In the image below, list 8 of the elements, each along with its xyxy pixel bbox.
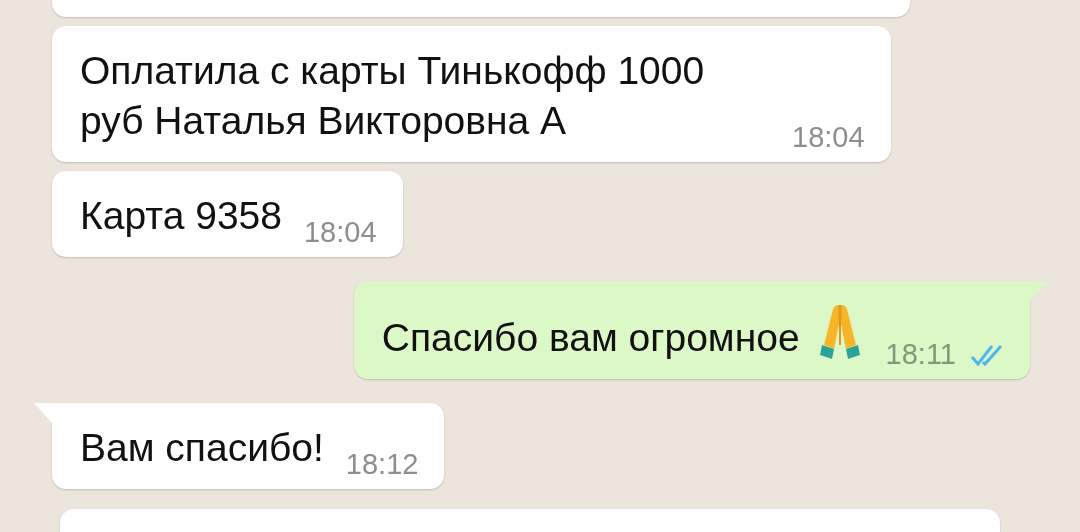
message-text: Вам спасибо! [80,425,324,471]
message-time: 18:11 [885,338,956,371]
message-time: 18:12 [345,448,419,481]
message-text: Карта 9358 [80,193,282,239]
message-text: Спасибо вам огромное [381,315,800,361]
message-time: 18:04 [792,121,865,154]
message-text: Оплатила с карты Тинькофф 1000 руб Наталья Викторовна А [80,48,706,144]
message-time: 18:04 [303,216,377,249]
